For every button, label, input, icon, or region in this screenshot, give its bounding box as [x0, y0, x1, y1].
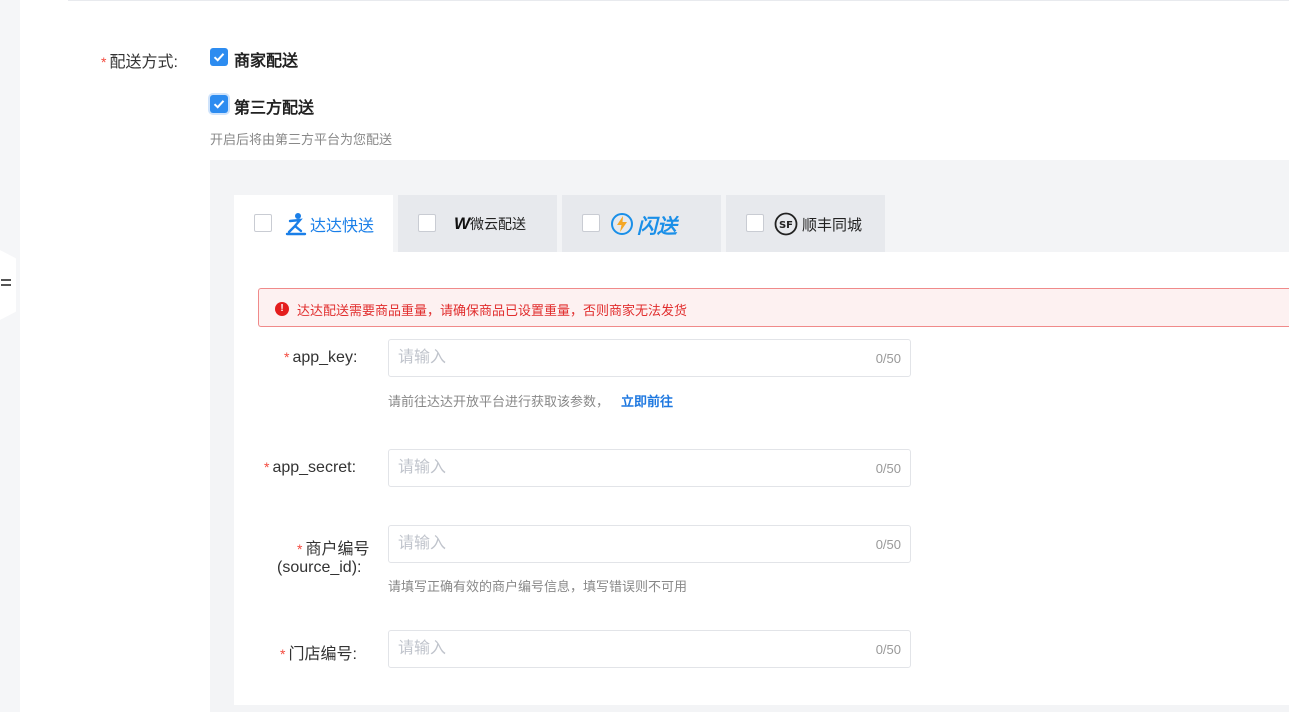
divider	[68, 0, 1289, 1]
third-party-hint: 开启后将由第三方平台为您配送	[210, 132, 393, 147]
store-id-field[interactable]: 0/50	[388, 630, 911, 668]
sf-badge-icon: SF	[774, 212, 798, 236]
sf-logo: SF 顺丰同城	[774, 211, 862, 237]
dada-checkbox[interactable]	[254, 214, 272, 232]
shansong-logo: 闪送	[610, 211, 677, 238]
weiyun-name: 微云配送	[470, 216, 527, 232]
merchant-id-label: * 商户编号	[297, 541, 370, 558]
merchant-delivery-checkbox[interactable]	[210, 48, 228, 66]
error-icon: !	[275, 302, 289, 316]
weiyun-checkbox[interactable]	[418, 214, 436, 232]
app-secret-label: * app_secret:	[264, 459, 357, 476]
merchant-id-field[interactable]: 0/50	[388, 525, 911, 563]
tab-sf[interactable]: SF 顺丰同城	[726, 195, 885, 252]
sidebar-collapse-toggle[interactable]	[0, 250, 16, 320]
app-secret-input[interactable]	[398, 450, 858, 486]
alert-text: 达达配送需要商品重量，请确保商品已设置重量，否则商家无法发货	[297, 303, 688, 318]
dada-logo: 达达快送	[284, 211, 374, 237]
dada-name: 达达快送	[310, 218, 375, 235]
sf-name: 顺丰同城	[802, 216, 863, 234]
tab-shansong[interactable]: 闪送	[562, 195, 721, 252]
delivery-method-label-text: 配送方式:	[109, 54, 178, 71]
weiyun-logo: W 微云配送	[454, 211, 526, 237]
weiyun-w-icon: W	[454, 214, 471, 233]
collapse-menu-icon	[1, 279, 11, 291]
app-secret-field[interactable]: 0/50	[388, 449, 911, 487]
check-icon	[213, 100, 225, 109]
app-key-help: 请前往达达开放平台进行获取该参数， 立即前往	[388, 394, 674, 409]
store-id-counter: 0/50	[875, 642, 901, 657]
app-key-label: * app_key:	[284, 349, 358, 366]
sf-checkbox[interactable]	[746, 214, 764, 232]
lightning-circle-icon	[611, 213, 633, 235]
delivery-method-label: * 配送方式:	[101, 54, 178, 71]
merchant-id-input[interactable]	[398, 526, 858, 562]
tab-weiyun[interactable]: W 微云配送	[398, 195, 557, 252]
app-secret-counter: 0/50	[875, 461, 901, 476]
svg-text:SF: SF	[779, 220, 793, 231]
store-id-label: * 门店编号:	[280, 646, 357, 663]
merchant-delivery-label[interactable]: 商家配送	[234, 47, 298, 71]
weight-warning-alert: ! 达达配送需要商品重量，请确保商品已设置重量，否则商家无法发货	[258, 288, 1289, 327]
check-icon	[213, 53, 225, 62]
shansong-name: 闪送	[637, 215, 677, 238]
merchant-id-counter: 0/50	[875, 537, 901, 552]
shansong-checkbox[interactable]	[582, 214, 600, 232]
merchant-id-label-sub: (source_id):	[277, 559, 362, 576]
app-key-field[interactable]: 0/50	[388, 339, 911, 377]
store-id-input[interactable]	[398, 631, 858, 667]
tab-dada[interactable]: 达达快送	[234, 195, 393, 255]
third-party-delivery-label[interactable]: 第三方配送	[234, 94, 314, 118]
app-key-counter: 0/50	[875, 351, 901, 366]
go-now-link[interactable]: 立即前往	[621, 394, 673, 409]
app-key-input[interactable]	[398, 340, 858, 376]
third-party-delivery-checkbox[interactable]	[210, 95, 228, 113]
merchant-id-help: 请填写正确有效的商户编号信息，填写错误则不可用	[388, 579, 688, 594]
dada-runner-icon	[285, 213, 307, 236]
